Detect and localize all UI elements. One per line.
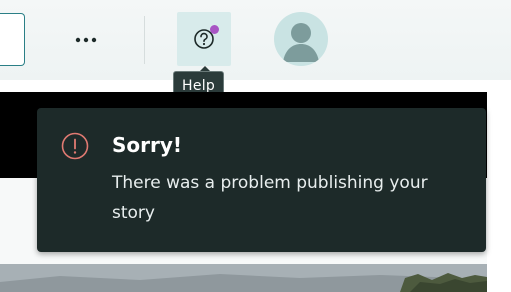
landscape-image-icon [0, 264, 487, 292]
page-gutter [487, 80, 511, 292]
error-toast: Sorry! There was a problem publishing yo… [37, 108, 486, 252]
story-image [0, 264, 487, 292]
user-avatar[interactable] [274, 12, 328, 66]
more-options-button[interactable] [66, 22, 106, 58]
top-toolbar [0, 0, 511, 80]
toast-title: Sorry! [112, 133, 183, 157]
toast-message: There was a problem publishing your stor… [112, 173, 428, 223]
user-avatar-icon [283, 23, 319, 62]
error-circle-icon [61, 132, 89, 160]
toolbar-divider [144, 16, 145, 64]
notification-dot [210, 25, 219, 34]
more-horizontal-icon [75, 37, 97, 43]
title-input[interactable] [0, 13, 25, 66]
help-button[interactable] [177, 12, 231, 66]
